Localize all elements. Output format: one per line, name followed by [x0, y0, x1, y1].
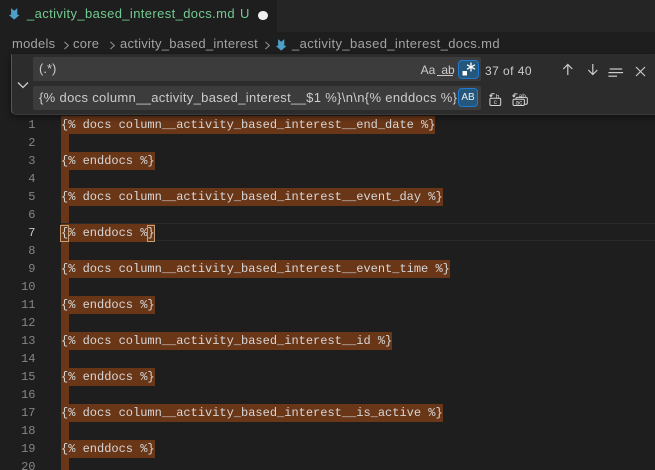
svg-text:ac: ac — [515, 99, 523, 105]
